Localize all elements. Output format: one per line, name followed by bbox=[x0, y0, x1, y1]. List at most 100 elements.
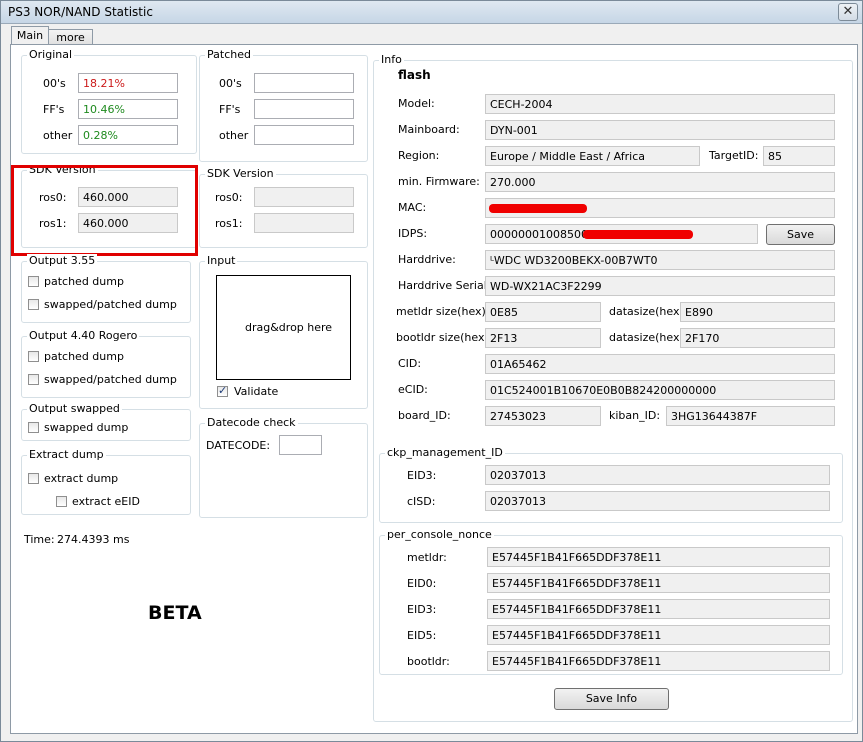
output-440-swapped-checkbox[interactable] bbox=[28, 374, 39, 385]
nonce-bootldr-label: bootldr: bbox=[407, 655, 450, 668]
datasize-2-field: 2F170 bbox=[680, 328, 835, 348]
target-id-label: TargetID: bbox=[709, 149, 759, 162]
firmware-field: 270.000 bbox=[485, 172, 835, 192]
nonce-eid5-label: EID5: bbox=[407, 629, 437, 642]
tab-main[interactable]: Main bbox=[11, 26, 49, 46]
nonce-eid3-label: EID3: bbox=[407, 603, 437, 616]
patched-ff-field[interactable] bbox=[254, 99, 354, 119]
output-355-patched-checkbox[interactable] bbox=[28, 276, 39, 287]
model-field: CECH-2004 bbox=[485, 94, 835, 114]
ckp-group: ckp_management_ID bbox=[379, 446, 843, 523]
patched-other-label: other bbox=[219, 129, 249, 142]
bootldr-size-field: 2F13 bbox=[485, 328, 601, 348]
original-ff-label: FF's bbox=[43, 103, 65, 116]
validate-label: Validate bbox=[234, 385, 279, 398]
nonce-eid3-field: E57445F1B41F665DDF378E11 bbox=[487, 599, 830, 619]
drop-zone-text: drag&drop here bbox=[245, 321, 333, 334]
extract-dump-checkbox[interactable] bbox=[28, 473, 39, 484]
title-bar: PS3 NOR/NAND Statistic ✕ bbox=[1, 1, 862, 24]
output-440-swapped-label: swapped/patched dump bbox=[44, 373, 177, 386]
highlight-box bbox=[11, 165, 198, 256]
original-00-field[interactable]: 18.21% bbox=[78, 73, 178, 93]
ckp-eid3-label: EID3: bbox=[407, 469, 437, 482]
output-swapped-checkbox[interactable] bbox=[28, 422, 39, 433]
model-label: Model: bbox=[398, 97, 435, 110]
metldr-size-label: metldr size(hex): bbox=[396, 305, 490, 318]
datasize-1-label: datasize(hex): bbox=[609, 305, 688, 318]
board-id-field: 27453023 bbox=[485, 406, 601, 426]
nonce-group-title: per_console_nonce bbox=[385, 528, 494, 542]
flash-heading: flash bbox=[398, 68, 431, 82]
cid-field: 01A65462 bbox=[485, 354, 835, 374]
output-355-swapped-checkbox[interactable] bbox=[28, 299, 39, 310]
mac-label: MAC: bbox=[398, 201, 427, 214]
harddrive-field: ᴸWDC WD3200BEKX-00B7WT0 bbox=[485, 250, 835, 270]
extract-eeid-checkbox[interactable] bbox=[56, 496, 67, 507]
datecode-label: DATECODE: bbox=[206, 439, 271, 452]
ecid-field: 01C524001B10670E0B0B824200000000 bbox=[485, 380, 835, 400]
save-info-button[interactable]: Save Info bbox=[554, 688, 669, 710]
drop-zone[interactable]: drag&drop here bbox=[216, 275, 351, 380]
patched-ff-label: FF's bbox=[219, 103, 241, 116]
time-label: Time: bbox=[24, 533, 55, 546]
extract-group-title: Extract dump bbox=[27, 448, 106, 462]
ckp-cisd-field: 02037013 bbox=[485, 491, 830, 511]
target-id-field: 85 bbox=[763, 146, 835, 166]
kiban-id-label: kiban_ID: bbox=[609, 409, 661, 422]
input-group-title: Input bbox=[205, 254, 238, 268]
original-group-title: Original bbox=[27, 48, 75, 62]
firmware-label: min. Firmware: bbox=[398, 175, 480, 188]
extract-eeid-label: extract eEID bbox=[72, 495, 140, 508]
patched-00-field[interactable] bbox=[254, 73, 354, 93]
output-swapped-group-title: Output swapped bbox=[27, 402, 122, 416]
output-swapped-label: swapped dump bbox=[44, 421, 129, 434]
original-00-label: 00's bbox=[43, 77, 66, 90]
nonce-eid0-field: E57445F1B41F665DDF378E11 bbox=[487, 573, 830, 593]
window-title: PS3 NOR/NAND Statistic bbox=[8, 5, 153, 19]
validate-checkbox[interactable] bbox=[217, 384, 228, 397]
original-other-field[interactable]: 0.28% bbox=[78, 125, 178, 145]
close-button[interactable]: ✕ bbox=[838, 3, 858, 21]
idps-label: IDPS: bbox=[398, 227, 428, 240]
output-355-group: Output 3.55 bbox=[21, 254, 191, 323]
sdk-version-patched-group: SDK Version bbox=[199, 167, 368, 248]
original-other-label: other bbox=[43, 129, 73, 142]
save-button[interactable]: Save bbox=[766, 224, 835, 245]
extract-dump-label: extract dump bbox=[44, 472, 119, 485]
ckp-eid3-field: 02037013 bbox=[485, 465, 830, 485]
patched-00-label: 00's bbox=[219, 77, 242, 90]
nonce-metldr-field: E57445F1B41F665DDF378E11 bbox=[487, 547, 830, 567]
nonce-eid5-field: E57445F1B41F665DDF378E11 bbox=[487, 625, 830, 645]
time-value: 274.4393 ms bbox=[57, 533, 130, 546]
region-field: Europe / Middle East / Africa bbox=[485, 146, 700, 166]
output-440-group-title: Output 4.40 Rogero bbox=[27, 329, 140, 343]
output-440-patched-checkbox[interactable] bbox=[28, 351, 39, 362]
datasize-2-label: datasize(hex): bbox=[609, 331, 688, 344]
mainboard-label: Mainboard: bbox=[398, 123, 460, 136]
harddrive-serial-label: Harddrive Serial: bbox=[398, 279, 491, 292]
sdk-patched-ros0-label: ros0: bbox=[215, 191, 243, 204]
sdk-patched-ros1-field bbox=[254, 213, 354, 233]
mac-redaction bbox=[489, 204, 587, 213]
nonce-eid0-label: EID0: bbox=[407, 577, 437, 590]
beta-label: BETA bbox=[148, 602, 202, 624]
output-440-patched-label: patched dump bbox=[44, 350, 124, 363]
patched-other-field[interactable] bbox=[254, 125, 354, 145]
cid-label: CID: bbox=[398, 357, 422, 370]
board-id-label: board_ID: bbox=[398, 409, 451, 422]
idps-redaction bbox=[583, 230, 693, 239]
bootldr-size-label: bootldr size(hex): bbox=[396, 331, 493, 344]
metldr-size-field: 0E85 bbox=[485, 302, 601, 322]
sdk-patched-ros1-label: ros1: bbox=[215, 217, 243, 230]
ckp-cisd-label: cISD: bbox=[407, 495, 436, 508]
nonce-bootldr-field: E57445F1B41F665DDF378E11 bbox=[487, 651, 830, 671]
nonce-metldr-label: metldr: bbox=[407, 551, 447, 564]
harddrive-serial-field: WD-WX21AC3F2299 bbox=[485, 276, 835, 296]
output-355-swapped-label: swapped/patched dump bbox=[44, 298, 177, 311]
original-ff-field[interactable]: 10.46% bbox=[78, 99, 178, 119]
patched-group-title: Patched bbox=[205, 48, 253, 62]
datecode-field[interactable] bbox=[279, 435, 322, 455]
sdk-patched-ros0-field bbox=[254, 187, 354, 207]
output-355-group-title: Output 3.55 bbox=[27, 254, 98, 268]
datecode-group-title: Datecode check bbox=[205, 416, 298, 430]
